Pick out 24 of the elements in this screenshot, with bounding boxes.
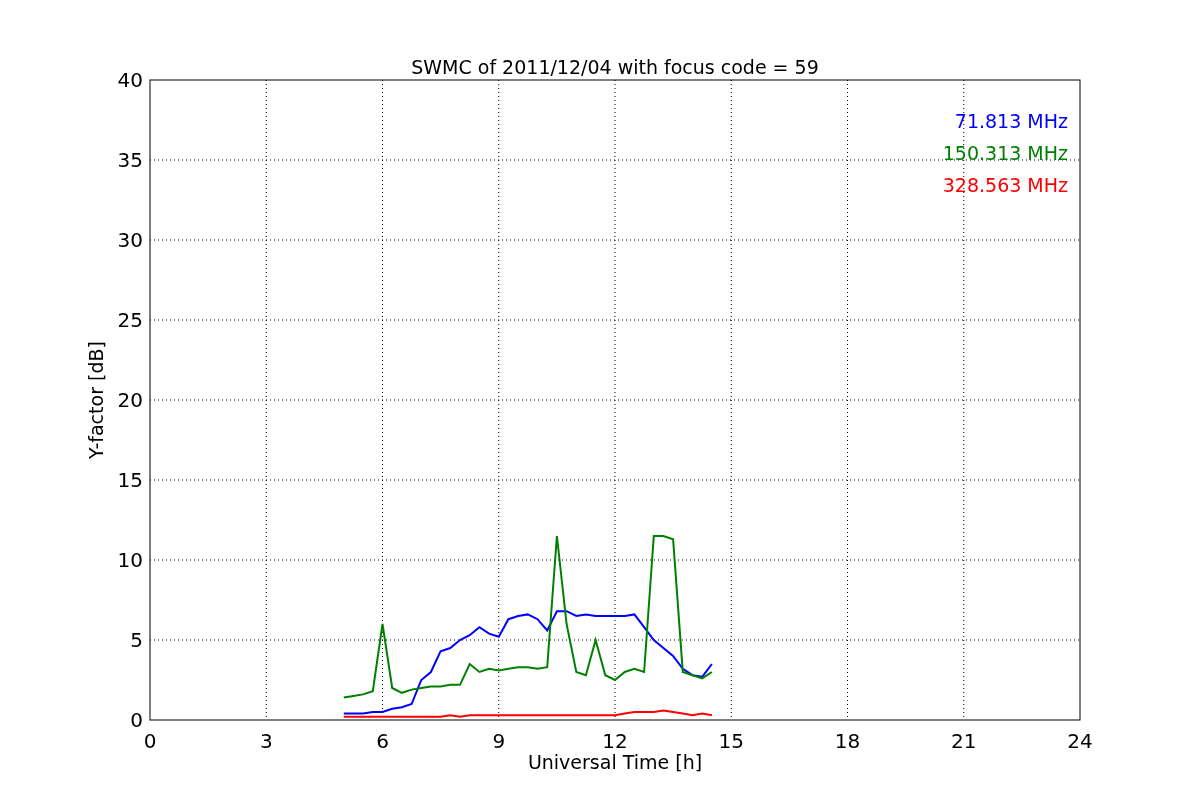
y-tick-label: 40 <box>117 68 143 92</box>
legend-label: 328.563 MHz <box>942 174 1068 196</box>
x-tick-label: 12 <box>602 729 628 753</box>
y-tick-label: 35 <box>117 148 143 172</box>
y-tick-label: 25 <box>117 308 143 332</box>
chart-title: SWMC of 2011/12/04 with focus code = 59 <box>411 56 819 78</box>
legend-label: 71.813 MHz <box>954 110 1068 132</box>
x-tick-label: 3 <box>259 729 273 753</box>
y-tick-label: 5 <box>130 628 143 652</box>
x-axis-label: Universal Time [h] <box>527 751 703 773</box>
x-tick-label: 15 <box>718 729 744 753</box>
x-tick-label: 18 <box>834 729 861 753</box>
y-tick-label: 20 <box>117 388 143 412</box>
x-tick-label: 21 <box>951 729 977 753</box>
x-tick-label: 9 <box>492 729 506 753</box>
y-tick-label: 10 <box>117 548 143 572</box>
x-tick-label: 0 <box>143 729 157 753</box>
y-tick-label: 0 <box>130 708 143 732</box>
legend-label: 150.313 MHz <box>942 142 1068 164</box>
y-tick-label: 30 <box>117 228 143 252</box>
y-axis-label: Y-factor [dB] <box>85 341 107 459</box>
x-tick-label: 24 <box>1067 729 1093 753</box>
x-tick-label: 6 <box>376 729 389 753</box>
y-tick-label: 15 <box>117 468 143 492</box>
